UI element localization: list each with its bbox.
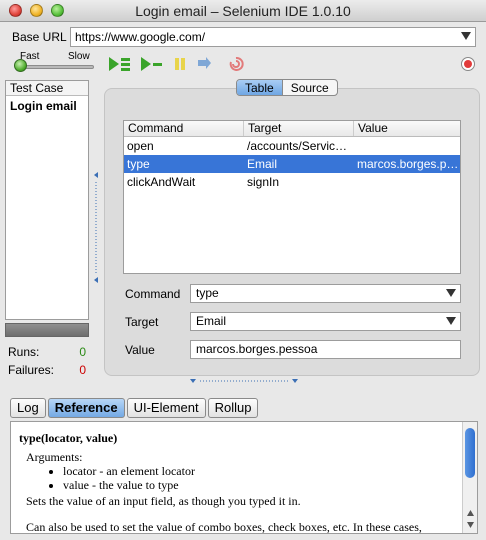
scroll-down-icon[interactable] <box>466 521 475 529</box>
command-field-value: type <box>196 286 219 300</box>
failures-row: Failures: 0 <box>8 363 86 377</box>
runs-row: Runs: 0 <box>8 345 86 359</box>
test-case-item[interactable]: Login email <box>6 96 88 116</box>
base-url-row: Base URL https://www.google.com/ <box>0 24 486 50</box>
row-target: /accounts/Servic… <box>247 139 348 153</box>
tab-table[interactable]: Table <box>237 80 283 95</box>
row-value <box>354 137 460 155</box>
horizontal-splitter-handle[interactable] <box>190 378 298 384</box>
command-table: Command Target Value open /accounts/Serv… <box>123 120 461 274</box>
speed-slider-knob[interactable] <box>14 59 27 72</box>
target-field-value: Email <box>196 314 227 328</box>
toolbar: Fast Slow <box>0 50 486 78</box>
reference-signature: type(locator, value) <box>19 431 118 445</box>
rollup-icon[interactable] <box>228 56 244 72</box>
base-url-label: Base URL <box>12 30 67 44</box>
reference-arg: locator - an element locator <box>63 464 195 478</box>
step-icon[interactable] <box>196 56 212 72</box>
runs-label: Runs: <box>8 345 40 359</box>
row-target: signIn <box>247 175 280 189</box>
row-command: open <box>127 139 154 153</box>
table-row[interactable]: open /accounts/Servic… <box>124 137 460 155</box>
column-header-target[interactable]: Target <box>244 121 354 136</box>
view-tab-switcher: Table Source <box>236 79 338 96</box>
tab-rollup[interactable]: Rollup <box>207 398 259 418</box>
row-command: clickAndWait <box>127 175 196 189</box>
test-case-panel: Test Case Login email <box>5 80 89 320</box>
play-suite-icon[interactable] <box>108 56 132 72</box>
dropdown-arrow-icon[interactable] <box>461 32 471 40</box>
base-url-value: https://www.google.com/ <box>75 30 206 44</box>
failures-value: 0 <box>79 363 86 377</box>
vertical-splitter-handle[interactable] <box>93 170 99 285</box>
speed-slider-track[interactable] <box>16 65 94 69</box>
dropdown-arrow-icon[interactable] <box>446 289 456 297</box>
tab-source[interactable]: Source <box>283 80 337 95</box>
target-field[interactable]: Email <box>190 312 461 331</box>
command-label: Command <box>125 287 181 301</box>
record-button[interactable] <box>461 57 475 71</box>
table-row-selected[interactable]: type Email marcos.borges.p… <box>124 155 460 173</box>
play-test-case-icon[interactable] <box>140 56 164 72</box>
tab-reference[interactable]: Reference <box>47 398 125 418</box>
reference-args-list: locator - an element locator value - the… <box>51 464 195 492</box>
row-command: type <box>127 157 150 171</box>
row-value: marcos.borges.p… <box>357 157 459 171</box>
value-label: Value <box>125 343 155 357</box>
failures-label: Failures: <box>8 363 55 377</box>
test-case-header: Test Case <box>6 81 88 96</box>
bottom-tab-bar: Log Reference UI-Element Rollup <box>10 398 259 418</box>
reference-description-more: Can also be used to set the value of com… <box>26 520 422 534</box>
run-progress-bar <box>5 323 89 337</box>
record-icon <box>464 60 472 68</box>
row-target: Email <box>247 157 278 171</box>
table-row[interactable]: clickAndWait signIn <box>124 173 460 191</box>
tab-log[interactable]: Log <box>10 398 46 418</box>
runs-value: 0 <box>79 345 86 359</box>
window-title: Login email – Selenium IDE 1.0.10 <box>135 3 351 19</box>
value-field[interactable]: marcos.borges.pessoa <box>190 340 461 359</box>
reference-panel: type(locator, value) Arguments: locator … <box>10 421 478 534</box>
reference-args-label: Arguments: <box>26 450 83 464</box>
base-url-input[interactable]: https://www.google.com/ <box>70 27 476 47</box>
reference-description: Sets the value of an input field, as tho… <box>26 494 301 508</box>
pause-icon[interactable] <box>172 56 188 72</box>
scroll-up-icon[interactable] <box>466 509 475 517</box>
value-field-value: marcos.borges.pessoa <box>196 342 318 356</box>
target-label: Target <box>125 315 159 329</box>
title-bar: Login email – Selenium IDE 1.0.10 <box>0 0 486 22</box>
command-field[interactable]: type <box>190 284 461 303</box>
reference-arg: value - the value to type <box>63 478 195 492</box>
speed-slow-label: Slow <box>68 51 90 62</box>
scrollbar-thumb[interactable] <box>465 428 475 478</box>
tab-ui-element[interactable]: UI-Element <box>126 398 206 418</box>
dropdown-arrow-icon[interactable] <box>446 317 456 325</box>
command-table-header: Command Target Value <box>124 121 460 137</box>
column-header-command[interactable]: Command <box>124 121 244 136</box>
column-header-value[interactable]: Value <box>354 121 460 136</box>
reference-scrollbar[interactable] <box>462 422 477 533</box>
row-value <box>354 173 460 191</box>
